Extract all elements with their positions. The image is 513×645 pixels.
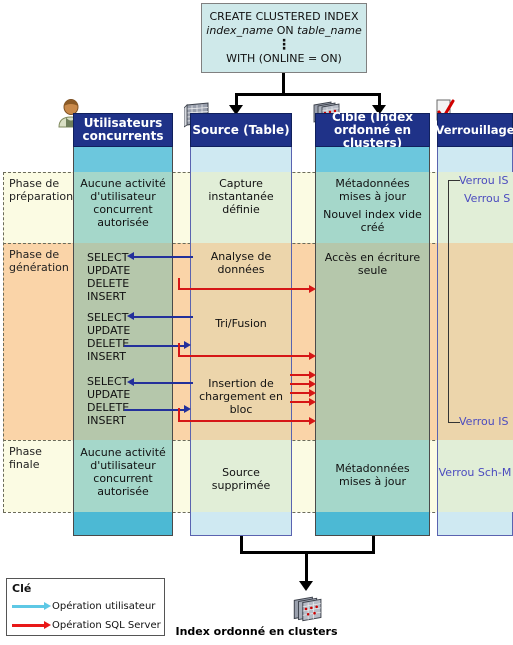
statement-branch-line bbox=[235, 93, 380, 96]
arrow-user-write-2 bbox=[124, 345, 186, 347]
arrow-user-read-1-head bbox=[127, 252, 134, 260]
lock-label-prep-is: Verrou IS bbox=[459, 174, 509, 187]
cell-target-final: Métadonnées mises à jour bbox=[335, 462, 410, 488]
statement-line-2: index_name ON table_name bbox=[202, 24, 366, 38]
arrow-user-read-3-head bbox=[127, 378, 134, 386]
phase-border-left bbox=[3, 172, 4, 512]
column-body-source-gen: Analyse de données Tri/Fusion Insertion … bbox=[190, 243, 292, 440]
arrow-user-write-3 bbox=[124, 409, 186, 411]
user-ops-group-1: SELECT UPDATE DELETE INSERT bbox=[87, 251, 131, 303]
column-header-target-line1: Cible (Index bbox=[332, 109, 413, 124]
column-body-users-prep: Aucune activité d'utilisateur concurrent… bbox=[73, 172, 173, 243]
cell-source-op2: Tri/Fusion bbox=[215, 317, 267, 330]
lock-label-prep-s: Verrou S bbox=[464, 192, 511, 205]
arrow-sql-3-head bbox=[309, 417, 316, 425]
arrow-sql-3 bbox=[178, 420, 311, 422]
column-body-target-prep: Métadonnées mises à jour Nouvel index vi… bbox=[315, 172, 430, 243]
cell-users-prep: Aucune activité d'utilisateur concurrent… bbox=[80, 177, 166, 229]
statement-trunk-line bbox=[282, 73, 285, 93]
phase-label-preparation: Phase de préparation bbox=[9, 177, 74, 203]
merge-line-trunk bbox=[305, 551, 308, 583]
arrow-user-write-2-head bbox=[184, 341, 191, 349]
arrow-user-write-3-head bbox=[184, 405, 191, 413]
column-body-target-gen: Accès en écriture seule bbox=[315, 243, 430, 440]
column-foot-target bbox=[315, 512, 430, 536]
column-foot-users bbox=[73, 512, 173, 536]
cell-source-op1: Analyse de données bbox=[210, 250, 272, 276]
statement-line-3: WITH (ONLINE = ON) bbox=[226, 52, 342, 65]
column-header-source-label: Source (Table) bbox=[192, 122, 290, 137]
column-header-source: Source (Table) bbox=[190, 113, 292, 147]
legend-box: Clé Opération utilisateur Opération SQL … bbox=[6, 578, 165, 636]
column-body-source-final: Source supprimée bbox=[190, 440, 292, 512]
column-cap-target bbox=[315, 147, 430, 172]
merge-line-target bbox=[372, 536, 375, 551]
column-body-target-final: Métadonnées mises à jour bbox=[315, 440, 430, 512]
legend-label-sql-op: Opération SQL Server bbox=[52, 620, 161, 631]
arrow-bulk-insert-3-head bbox=[309, 389, 316, 397]
column-header-users: Utilisateurs concurrents bbox=[73, 113, 173, 147]
cell-source-op3: Insertion de chargement en bloc bbox=[199, 377, 283, 416]
user-ops-group-3: SELECT UPDATE DELETE INSERT bbox=[87, 375, 131, 427]
phase-label-final: Phase finale bbox=[9, 445, 42, 471]
arrow-sql-2 bbox=[178, 355, 311, 357]
legend-arrowhead-user-op bbox=[44, 602, 51, 610]
legend-label-user-op: Opération utilisateur bbox=[52, 601, 156, 612]
column-header-lock-label: Verrouillage bbox=[435, 122, 513, 137]
column-foot-source bbox=[190, 512, 292, 536]
merge-arrowhead bbox=[299, 581, 313, 591]
lock-span-bracket bbox=[448, 180, 460, 423]
column-body-lock-final: Verrou Sch-M bbox=[437, 440, 513, 512]
arrow-sql-1-stem bbox=[178, 278, 180, 288]
phase-label-generation: Phase de génération bbox=[9, 248, 69, 274]
arrow-sql-1 bbox=[178, 288, 311, 290]
cell-lock-final: Verrou Sch-M bbox=[438, 466, 512, 479]
cell-target-prep-line2: Nouvel index vide créé bbox=[323, 208, 422, 234]
arrow-sql-3-stem bbox=[178, 408, 180, 420]
arrow-user-read-1 bbox=[133, 256, 193, 258]
legend-line-user-op bbox=[12, 605, 44, 608]
cell-target-prep-line1: Métadonnées mises à jour bbox=[335, 177, 410, 203]
column-cap-source bbox=[190, 147, 292, 172]
legend-title: Clé bbox=[12, 582, 32, 595]
cell-target-gen: Accès en écriture seule bbox=[324, 251, 421, 277]
arrow-user-read-2 bbox=[133, 316, 193, 318]
arrow-bulk-insert-4-head bbox=[309, 398, 316, 406]
column-cap-lock bbox=[437, 147, 513, 172]
arrow-user-read-3 bbox=[133, 382, 193, 384]
column-header-lock: Verrouillage bbox=[435, 113, 513, 147]
arrow-sql-2-head bbox=[309, 352, 316, 360]
cell-source-final: Source supprimée bbox=[211, 466, 271, 492]
lock-label-gen-is: Verrou IS bbox=[459, 415, 509, 428]
arrow-user-read-2-head bbox=[127, 312, 134, 320]
column-foot-lock bbox=[437, 512, 513, 536]
user-ops-group-2: SELECT UPDATE DELETE INSERT bbox=[87, 311, 131, 363]
table-name-token: table_name bbox=[297, 24, 362, 37]
arrow-bulk-insert-2-head bbox=[309, 380, 316, 388]
arrow-sql-1-head bbox=[309, 285, 316, 293]
column-body-users-final: Aucune activité d'utilisateur concurrent… bbox=[73, 440, 173, 512]
merge-line-source bbox=[240, 536, 243, 551]
arrow-sql-2-stem bbox=[178, 343, 180, 355]
create-index-statement-box: CREATE CLUSTERED INDEX index_name ON tab… bbox=[201, 3, 367, 73]
cell-source-prep: Capture instantanée définie bbox=[208, 177, 274, 216]
statement-line-1: CREATE CLUSTERED INDEX bbox=[209, 10, 359, 23]
legend-arrowhead-sql-op bbox=[44, 621, 51, 629]
column-body-source-prep: Capture instantanée définie bbox=[190, 172, 292, 243]
vertical-ellipsis-icon: ⋮ bbox=[277, 37, 291, 53]
index-icon-result bbox=[293, 596, 322, 622]
column-header-target-line2: ordonné en clusters) bbox=[333, 122, 412, 150]
column-cap-users bbox=[73, 147, 173, 172]
column-header-users-line2: concurrents bbox=[82, 129, 164, 143]
index-name-token: index_name bbox=[206, 24, 274, 37]
cell-users-final: Aucune activité d'utilisateur concurrent… bbox=[80, 446, 166, 498]
arrow-bulk-insert-1-head bbox=[309, 371, 316, 379]
column-header-users-line1: Utilisateurs bbox=[83, 116, 163, 130]
column-header-target: Cible (Index ordonné en clusters) bbox=[315, 109, 430, 150]
on-keyword: ON bbox=[273, 24, 298, 37]
legend-line-sql-op bbox=[12, 624, 44, 627]
